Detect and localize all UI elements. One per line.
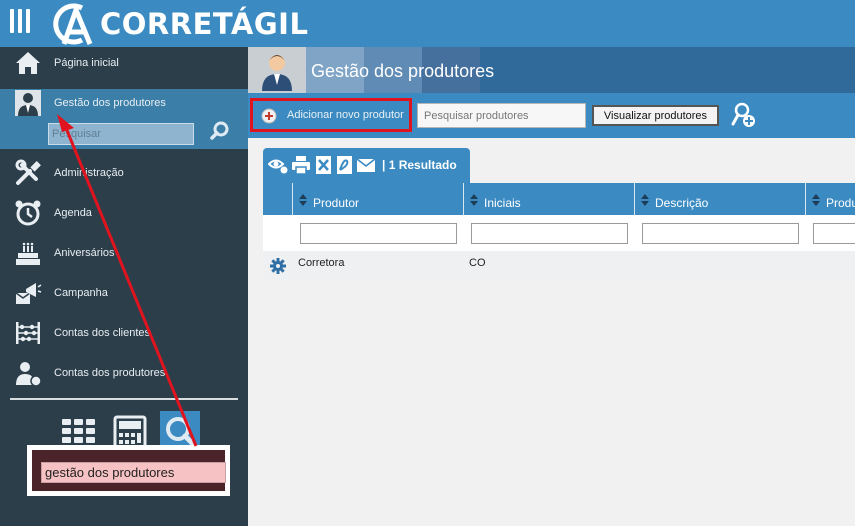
search-popup-body — [32, 450, 226, 491]
sidebar-item-label: Administração — [54, 167, 124, 179]
view-producers-button[interactable]: Visualizar produtores — [592, 105, 719, 126]
pdf-icon[interactable] — [335, 155, 355, 175]
businessman-icon — [262, 55, 292, 91]
menu-toggle-icon[interactable] — [10, 9, 32, 33]
sidebar-divider — [10, 398, 238, 400]
plus-circle-icon — [261, 108, 277, 124]
sidebar-item-label: Página inicial — [54, 57, 119, 69]
result-count: | 1 Resultado — [382, 158, 457, 172]
sidebar-item-agenda[interactable]: Agenda — [0, 193, 248, 233]
page-title: Gestão dos produtores — [311, 61, 495, 81]
column-label: Produ — [826, 196, 855, 210]
sidebar-item-label: Contas dos clientes — [54, 327, 150, 339]
sidebar-item-label: Gestão dos produtores — [54, 97, 166, 109]
sort-icon — [299, 194, 307, 206]
search-popup — [27, 445, 230, 496]
column-label: Descrição — [655, 196, 709, 210]
sidebar-item-pagina-inicial[interactable]: Página inicial — [0, 43, 248, 83]
sidebar-item-contas-produtores[interactable]: Contas dos produtores — [0, 353, 248, 393]
sort-icon — [812, 194, 820, 206]
visibility-settings-icon[interactable] — [268, 155, 288, 175]
sidebar-item-contas-clientes[interactable]: Contas dos clientes — [0, 313, 248, 353]
sort-icon — [641, 194, 649, 206]
column-header-iniciais[interactable]: Iniciais — [463, 183, 634, 215]
top-bar: CORRETÁGIL — [0, 0, 855, 47]
producer-search-input[interactable] — [417, 103, 586, 128]
excel-icon[interactable] — [314, 155, 334, 175]
sidebar-item-label: Aniversários — [54, 247, 115, 259]
column-label: Produtor — [313, 196, 360, 210]
tools-icon — [15, 159, 41, 185]
abacus-icon — [16, 322, 40, 344]
user-search-add-icon[interactable] — [730, 102, 756, 128]
sidebar-item-label: Agenda — [54, 207, 92, 219]
sidebar-item-aniversarios[interactable]: Aniversários — [0, 233, 248, 273]
megaphone-icon — [15, 283, 42, 304]
cell-produtor: Corretora — [298, 257, 345, 269]
filter-descricao-input[interactable] — [642, 223, 799, 244]
add-producer-label: Adicionar novo produtor — [287, 109, 404, 121]
user-money-icon — [16, 362, 42, 387]
producer-icon — [15, 90, 41, 116]
printer-icon[interactable] — [291, 155, 311, 175]
column-header-produtor[interactable]: Produtor — [292, 183, 463, 215]
sidebar-item-administracao[interactable]: Administração — [0, 153, 248, 193]
sidebar-item-gestao-produtores[interactable]: Gestão dos produtores — [0, 83, 248, 123]
search-icon[interactable] — [210, 121, 230, 141]
grid-filter-row — [263, 215, 855, 251]
filter-produ-input[interactable] — [813, 223, 855, 244]
envelope-icon[interactable] — [356, 155, 376, 175]
app-name: CORRETÁGIL — [100, 7, 309, 41]
sidebar: Página inicial Gestão dos produtores Adm… — [0, 47, 248, 526]
grid-header: Produtor Iniciais Descrição Produ — [263, 183, 855, 215]
gear-icon[interactable] — [270, 258, 286, 274]
grid-tab: | 1 Resultado — [263, 148, 470, 184]
sidebar-item-label: Contas dos produtores — [54, 367, 166, 379]
column-label: Iniciais — [484, 196, 521, 210]
table-row[interactable]: Corretora CO — [263, 251, 855, 281]
sidebar-item-campanha[interactable]: Campanha — [0, 273, 248, 313]
sort-icon — [470, 194, 478, 206]
column-header-descricao[interactable]: Descrição — [634, 183, 805, 215]
sidebar-search-input[interactable] — [48, 123, 194, 145]
column-header-produ[interactable]: Produ — [805, 183, 855, 215]
cake-icon — [16, 242, 40, 265]
logo-mark-icon — [53, 2, 93, 45]
add-producer-button[interactable]: Adicionar novo produtor — [250, 98, 412, 132]
home-icon — [16, 52, 40, 74]
filter-produtor-input[interactable] — [300, 223, 457, 244]
popup-search-input[interactable] — [41, 462, 226, 483]
app-logo: CORRETÁGIL — [52, 2, 308, 46]
cell-iniciais: CO — [469, 257, 486, 269]
header-avatar — [248, 47, 306, 93]
filter-iniciais-input[interactable] — [471, 223, 628, 244]
alarm-clock-icon — [15, 200, 41, 226]
sidebar-item-label: Campanha — [54, 287, 108, 299]
